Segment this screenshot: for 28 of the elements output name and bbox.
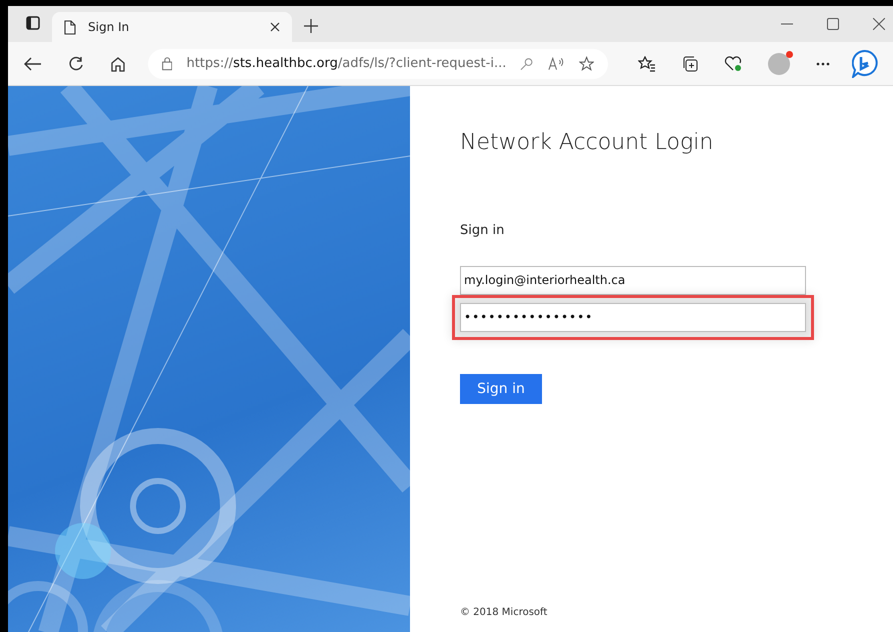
url-text: https://sts.healthbc.org/adfs/ls/?client-request-i... (186, 56, 506, 71)
browser-tab[interactable]: Sign In (52, 12, 292, 42)
close-icon[interactable] (873, 18, 885, 30)
maximize-icon[interactable] (827, 18, 839, 30)
page-icon (64, 20, 76, 34)
new-tab-icon[interactable] (304, 19, 318, 33)
sign-in-label: Sign in (460, 223, 506, 238)
tab-actions-icon[interactable] (26, 16, 40, 30)
back-icon[interactable] (24, 56, 42, 70)
copyright-text: © 2018 Microsoft (460, 607, 548, 618)
minimize-icon[interactable] (781, 23, 793, 25)
profile-avatar[interactable] (768, 52, 790, 74)
sign-in-button[interactable]: Sign in (460, 374, 542, 404)
star-icon[interactable] (578, 56, 594, 72)
read-aloud-icon[interactable] (548, 56, 565, 70)
address-bar[interactable]: https://sts.healthbc.org/adfs/ls/?client-request-i... (148, 48, 608, 78)
collections-icon[interactable] (682, 56, 698, 72)
password-field[interactable]: •••••••••••••••• (460, 303, 806, 332)
refresh-icon[interactable] (68, 56, 84, 72)
chat-bubble-icon[interactable] (852, 50, 878, 78)
health-icon[interactable] (724, 56, 742, 72)
favorites-icon[interactable] (638, 56, 656, 72)
home-icon[interactable] (110, 56, 126, 72)
close-icon[interactable] (270, 22, 280, 32)
lock-icon (162, 56, 172, 70)
more-icon[interactable] (816, 62, 830, 66)
page-heading: Network Account Login (460, 130, 714, 155)
username-field[interactable]: my.login@interiorhealth.ca (460, 266, 806, 295)
